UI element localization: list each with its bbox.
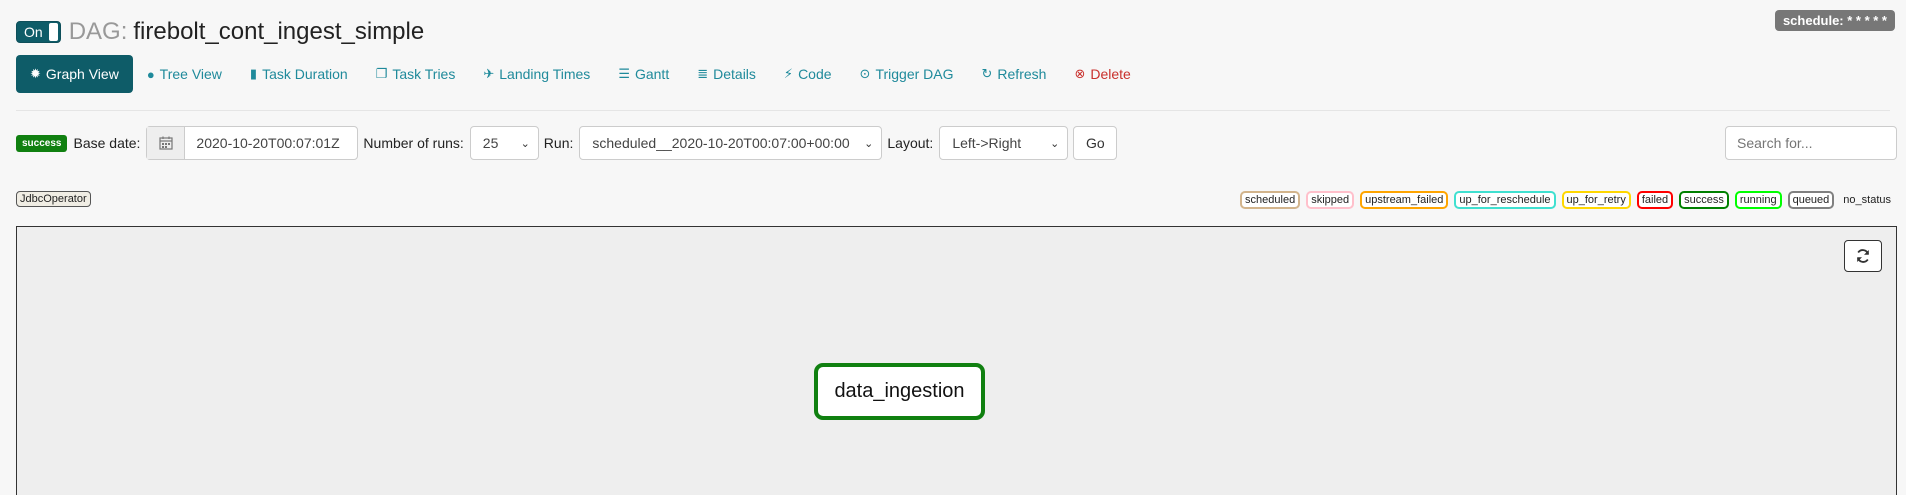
legend-skipped: skipped	[1306, 191, 1355, 209]
dag-header: On DAG: firebolt_cont_ingest_simple	[16, 18, 424, 46]
bolt-icon: ⚡	[783, 66, 794, 81]
search-input[interactable]	[1725, 126, 1897, 160]
base-date-input[interactable]	[185, 127, 358, 159]
layout-value: Left->Right	[952, 135, 1022, 151]
graph-refresh-button[interactable]	[1844, 240, 1882, 272]
base-date-group	[146, 126, 359, 160]
calendar-icon[interactable]	[147, 127, 186, 159]
legend-success: success	[1679, 191, 1729, 209]
legend-queued: queued	[1787, 191, 1835, 209]
tab-task-tries[interactable]: ❐ Task Tries	[362, 55, 470, 93]
nav-divider	[16, 110, 1890, 111]
remove-circle-icon: ⊗	[1074, 66, 1086, 81]
task-node[interactable]: data_ingestion	[814, 363, 985, 420]
num-runs-value: 25	[482, 135, 499, 151]
pause-toggle[interactable]: On	[16, 21, 61, 43]
tab-gantt[interactable]: ☰ Gantt	[604, 55, 683, 93]
tab-label: Tree View	[159, 66, 222, 82]
operator-legend-item: JdbcOperator	[16, 191, 91, 207]
tab-label: Delete	[1090, 66, 1131, 82]
tab-delete[interactable]: ⊗ Delete	[1060, 55, 1144, 93]
tab-refresh[interactable]: ↻ Refresh	[968, 55, 1061, 93]
tab-label: Trigger DAG	[875, 66, 954, 82]
num-runs-label: Number of runs:	[363, 135, 464, 151]
tab-label: Refresh	[997, 66, 1047, 82]
toggle-knob	[48, 23, 58, 41]
run-value: scheduled__2020-10-20T00:07:00+00:00	[592, 135, 850, 151]
tab-task-duration[interactable]: ▮ Task Duration	[236, 55, 362, 93]
tab-graph-view[interactable]: ✹ Graph View	[16, 55, 133, 93]
graph-icon: ✹	[30, 66, 41, 81]
tab-label: Gantt	[634, 66, 670, 82]
play-circle-icon: ⊙	[859, 66, 871, 81]
tab-label: Details	[713, 66, 756, 82]
tab-tree-view[interactable]: ● Tree View	[133, 55, 236, 93]
graph-form: success Base date: Number of runs: 25 ⌄ …	[16, 126, 1118, 160]
list-icon: ≣	[697, 66, 709, 81]
tree-icon: ●	[146, 66, 155, 82]
layout-select[interactable]: Left->Right ⌄	[939, 126, 1069, 160]
title-prefix: DAG:	[68, 18, 128, 45]
chevron-down-icon: ⌄	[520, 137, 530, 150]
layout-label: Layout:	[887, 135, 934, 151]
legend-upstream-failed: upstream_failed	[1360, 191, 1449, 209]
legend-up-for-retry: up_for_retry	[1561, 191, 1631, 209]
legend-up-for-reschedule: up_for_reschedule	[1454, 191, 1556, 209]
legend-scheduled: scheduled	[1240, 191, 1301, 209]
chevron-down-icon: ⌄	[1050, 137, 1060, 150]
refresh-icon: ↻	[981, 66, 993, 81]
tab-label: Code	[798, 66, 832, 82]
tab-label: Task Tries	[392, 66, 456, 82]
tab-label: Landing Times	[499, 66, 591, 82]
chevron-down-icon: ⌄	[864, 137, 874, 150]
legend-failed: failed	[1636, 191, 1674, 209]
tab-details[interactable]: ≣ Details	[683, 55, 770, 93]
dag-run-state-badge: success	[16, 134, 68, 152]
dag-title: firebolt_cont_ingest_simple	[133, 18, 425, 45]
go-button[interactable]: Go	[1073, 126, 1118, 160]
tab-trigger-dag[interactable]: ⊙ Trigger DAG	[846, 55, 968, 93]
align-left-icon: ☰	[618, 66, 630, 81]
refresh-icon	[1857, 249, 1869, 263]
state-legend: scheduled skipped upstream_failed up_for…	[1234, 191, 1891, 209]
legend-no-status: no_status	[1843, 194, 1891, 206]
legend-running: running	[1734, 191, 1782, 209]
base-date-label: Base date:	[73, 135, 141, 151]
dag-nav: ✹ Graph View ● Tree View ▮ Task Duration…	[16, 55, 1145, 93]
copy-icon: ❐	[375, 66, 388, 81]
graph-canvas[interactable]: data_ingestion	[16, 226, 1897, 495]
plane-icon: ✈	[483, 66, 495, 81]
toggle-label: On	[24, 24, 43, 40]
run-select[interactable]: scheduled__2020-10-20T00:07:00+00:00 ⌄	[579, 126, 883, 160]
tab-landing-times[interactable]: ✈ Landing Times	[469, 55, 604, 93]
bar-chart-icon: ▮	[249, 66, 258, 81]
tab-label: Task Duration	[262, 66, 348, 82]
tab-label: Graph View	[45, 66, 119, 82]
num-runs-select[interactable]: 25 ⌄	[469, 126, 539, 160]
schedule-badge: schedule: * * * * *	[1774, 10, 1895, 31]
tab-code[interactable]: ⚡ Code	[770, 55, 846, 93]
run-label: Run:	[543, 135, 574, 151]
